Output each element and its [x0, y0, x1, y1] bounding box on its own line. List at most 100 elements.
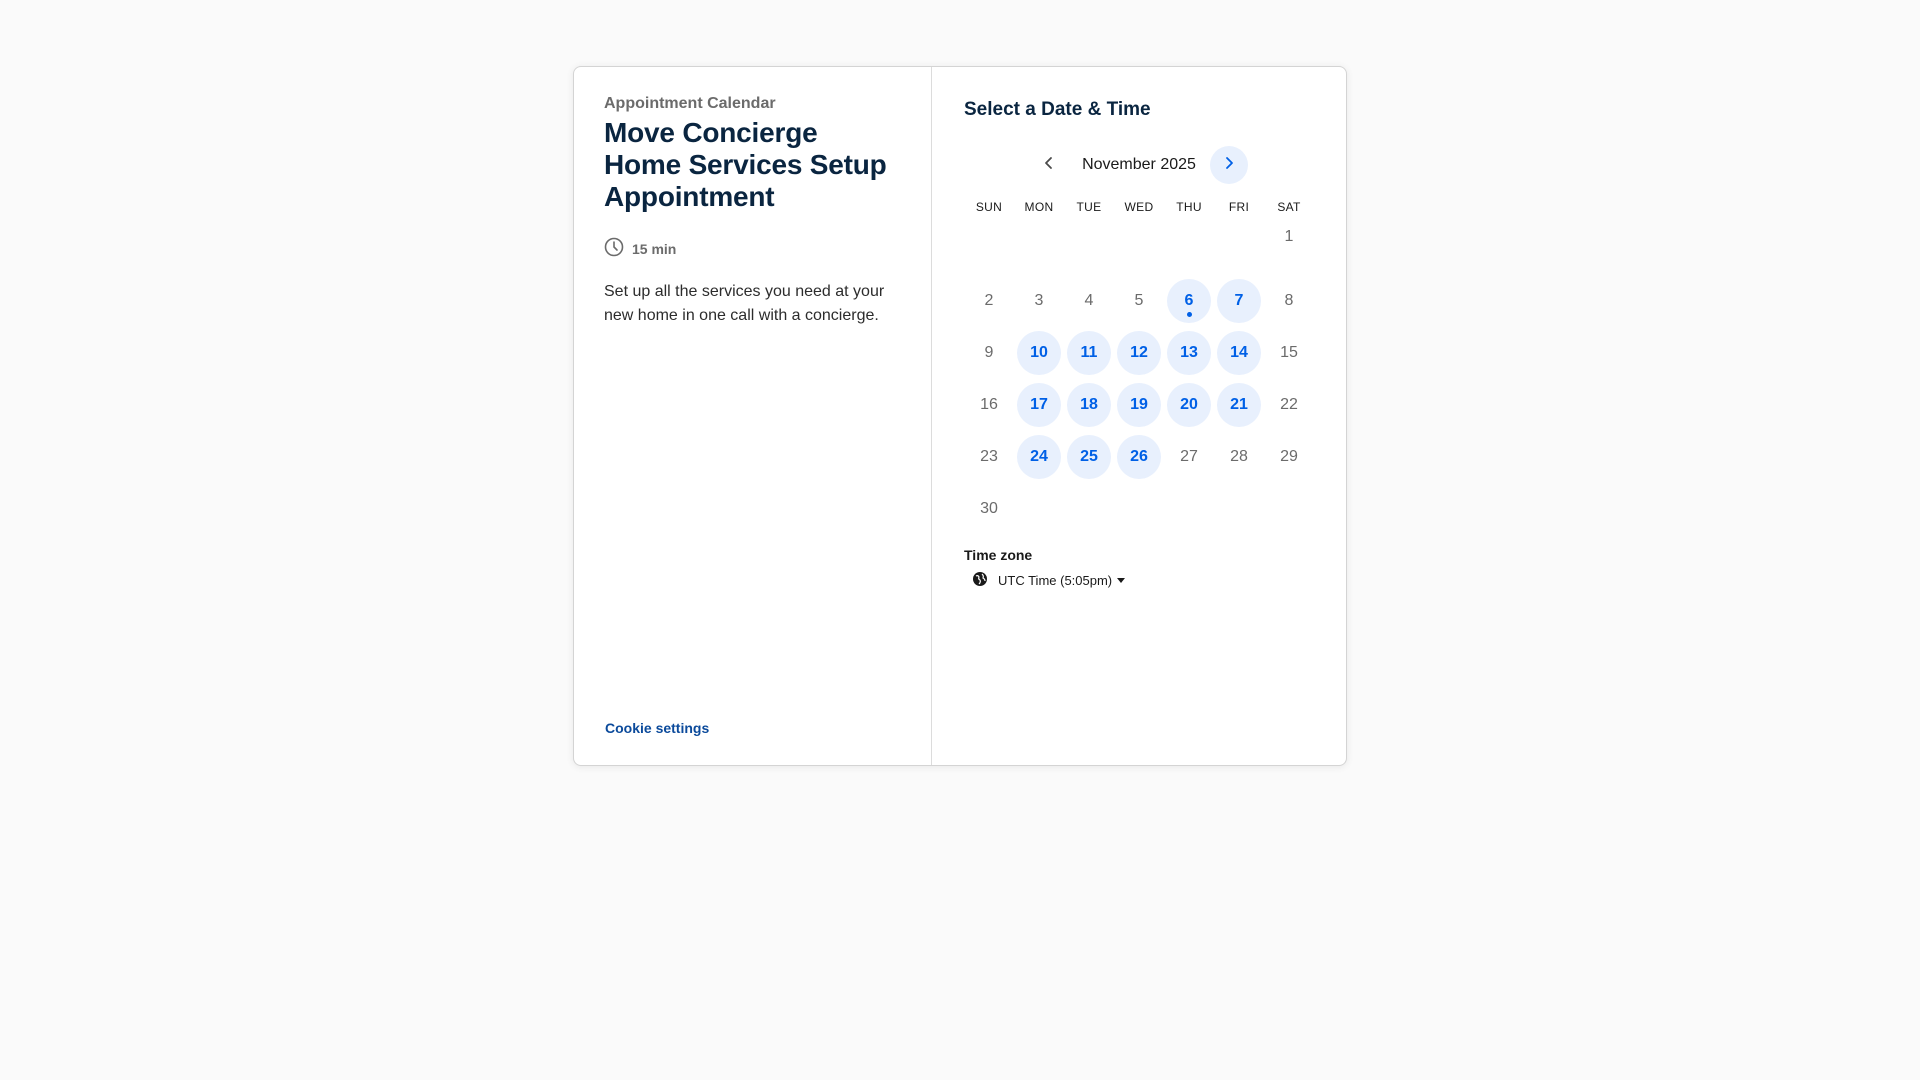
day-number: 22: [1280, 396, 1298, 413]
today-indicator-dot: [1186, 312, 1192, 317]
available-day-button[interactable]: 12: [1117, 331, 1161, 375]
available-day-button[interactable]: 6: [1167, 279, 1211, 323]
day-cell: 21: [1214, 379, 1264, 431]
day-cell: 23: [964, 431, 1014, 483]
day-cell: 18: [1064, 379, 1114, 431]
day-number: 16: [980, 396, 998, 413]
day-cell: 8: [1264, 275, 1314, 327]
day-number: 2: [984, 292, 994, 309]
weekday-header-row: SUN MON TUE WED THU FRI SAT: [964, 197, 1314, 217]
day-cell: 3: [1014, 275, 1064, 327]
timezone-selector[interactable]: UTC Time (5:05pm): [972, 571, 1314, 590]
available-day-button[interactable]: 13: [1167, 331, 1211, 375]
duration-label: 15 min: [632, 240, 677, 257]
day-number: 13: [1180, 344, 1198, 361]
weekday-label: FRI: [1228, 200, 1250, 214]
unavailable-day: 28: [1217, 435, 1261, 479]
unavailable-day: 4: [1067, 279, 1111, 323]
day-number: 3: [1034, 292, 1044, 309]
weekday-label: SUN: [975, 200, 1003, 214]
empty-day-cell: [1164, 223, 1214, 275]
month-navigation: November 2025: [964, 145, 1314, 185]
empty-day-cell: [1114, 223, 1164, 275]
available-day-button[interactable]: 25: [1067, 435, 1111, 479]
available-day-button[interactable]: 11: [1067, 331, 1111, 375]
timezone-value: UTC Time (5:05pm): [998, 573, 1113, 588]
event-title: Move Concierge Home Services Setup Appoi…: [604, 117, 887, 212]
day-number: 5: [1134, 292, 1144, 309]
day-number: 23: [980, 448, 998, 465]
day-cell: 7: [1214, 275, 1264, 327]
unavailable-day: 16: [967, 383, 1011, 427]
unavailable-day: 8: [1267, 279, 1311, 323]
unavailable-day: 2: [967, 279, 1011, 323]
day-cell: 30: [964, 483, 1014, 535]
day-cell: 4: [1064, 275, 1114, 327]
unavailable-day: 27: [1167, 435, 1211, 479]
empty-day-cell: [964, 223, 1014, 275]
day-cell: 15: [1264, 327, 1314, 379]
day-cell: 26: [1114, 431, 1164, 483]
available-day-button[interactable]: 21: [1217, 383, 1261, 427]
cookie-settings-link[interactable]: Cookie settings: [605, 720, 709, 736]
previous-month-button[interactable]: [1030, 146, 1068, 184]
empty-day-cell: [1064, 223, 1114, 275]
available-day-button[interactable]: 7: [1217, 279, 1261, 323]
available-day-button[interactable]: 20: [1167, 383, 1211, 427]
unavailable-day: 22: [1267, 383, 1311, 427]
available-day-button[interactable]: 24: [1017, 435, 1061, 479]
day-number: 28: [1230, 448, 1248, 465]
day-number: 12: [1130, 344, 1148, 361]
event-duration: 15 min: [604, 237, 901, 260]
available-day-button[interactable]: 19: [1117, 383, 1161, 427]
unavailable-day: 9: [967, 331, 1011, 375]
scheduling-card: Appointment Calendar Move Concierge Home…: [573, 66, 1347, 766]
day-cell: 22: [1264, 379, 1314, 431]
day-cell: 24: [1014, 431, 1064, 483]
day-number: 8: [1284, 292, 1294, 309]
unavailable-day: 23: [967, 435, 1011, 479]
day-cell: 9: [964, 327, 1014, 379]
day-number: 15: [1280, 344, 1298, 361]
day-number: 6: [1184, 292, 1194, 309]
day-number: 4: [1084, 292, 1094, 309]
event-description: Set up all the services you need at your…: [604, 283, 885, 324]
current-month: November 2025: [1082, 156, 1196, 173]
day-cell: 13: [1164, 327, 1214, 379]
timezone-label: Time zone: [964, 547, 1033, 563]
day-number: 1: [1284, 228, 1294, 245]
caret-down-icon: [1116, 573, 1126, 588]
chevron-right-icon: [1222, 156, 1236, 175]
day-number: 27: [1180, 448, 1198, 465]
day-number: 9: [984, 344, 994, 361]
day-number: 18: [1080, 396, 1098, 413]
unavailable-day: 1: [1267, 215, 1311, 259]
available-day-button[interactable]: 17: [1017, 383, 1061, 427]
available-day-button[interactable]: 10: [1017, 331, 1061, 375]
calendar-grid: 1 2 3 4 5 6 7 8 9 10 11 12 13 14 15 16 17 18 19 20 21 22 23 24 2…: [964, 223, 1314, 535]
empty-day-cell: [1214, 223, 1264, 275]
available-day-button[interactable]: 26: [1117, 435, 1161, 479]
available-day-button[interactable]: 18: [1067, 383, 1111, 427]
organizer-name: Appointment Calendar: [604, 95, 776, 112]
day-number: 14: [1230, 344, 1248, 361]
next-month-button[interactable]: [1209, 146, 1248, 184]
day-cell: 17: [1014, 379, 1064, 431]
weekday-label: TUE: [1076, 200, 1102, 214]
day-cell: 29: [1264, 431, 1314, 483]
day-cell: 25: [1064, 431, 1114, 483]
unavailable-day: 3: [1017, 279, 1061, 323]
day-cell: 6: [1164, 275, 1214, 327]
day-cell: 10: [1014, 327, 1064, 379]
available-day-button[interactable]: 14: [1217, 331, 1261, 375]
weekday-label: WED: [1124, 200, 1154, 214]
unavailable-day: 30: [967, 487, 1011, 531]
day-number: 29: [1280, 448, 1298, 465]
event-details-panel: Appointment Calendar Move Concierge Home…: [574, 67, 932, 765]
day-number: 30: [980, 500, 998, 517]
day-cell: 19: [1114, 379, 1164, 431]
empty-day-cell: [1014, 223, 1064, 275]
day-number: 25: [1080, 448, 1098, 465]
day-number: 17: [1030, 396, 1048, 413]
clock-icon: [604, 237, 632, 260]
